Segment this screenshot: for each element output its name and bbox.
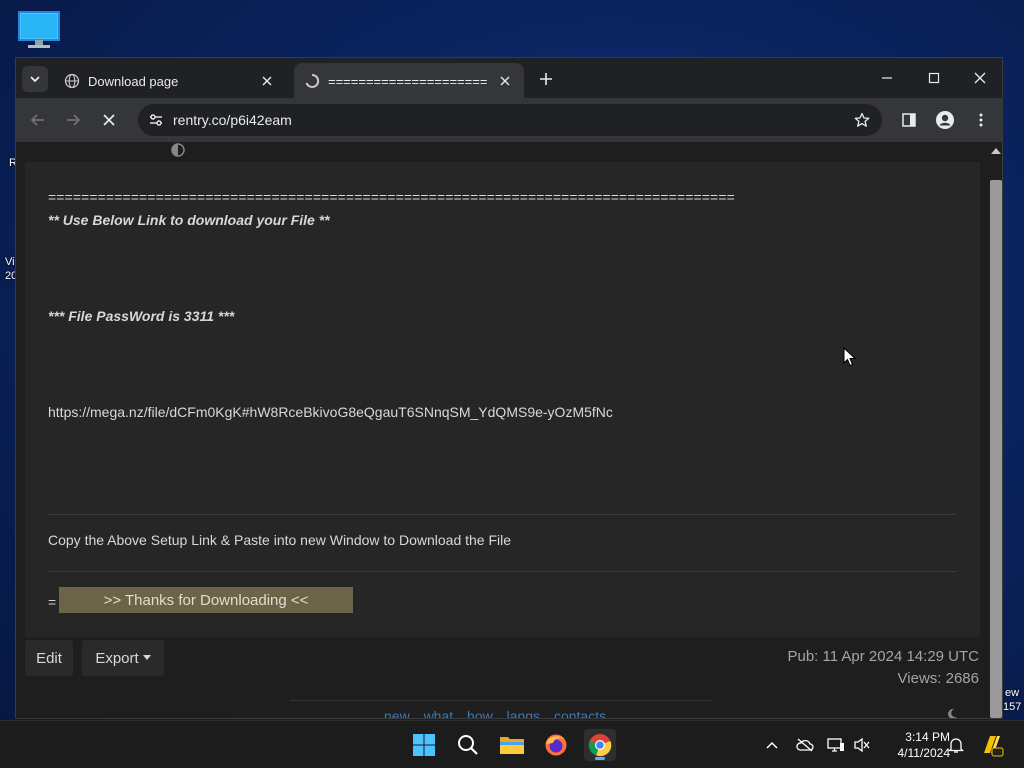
tab-title: =====================: [328, 73, 488, 89]
desktop-edge-label: ew: [1005, 687, 1020, 699]
bookmark-star-icon[interactable]: [850, 108, 874, 132]
back-button[interactable]: [25, 107, 51, 133]
profile-icon: [936, 111, 954, 129]
url-text[interactable]: rentry.co/p6i42eam: [173, 112, 292, 128]
close-icon: [974, 72, 986, 84]
close-icon[interactable]: [496, 72, 514, 90]
theme-toggle-icon[interactable]: [170, 142, 186, 158]
pub-date: Pub: 11 Apr 2024 14:29 UTC: [787, 648, 979, 665]
loading-icon: [305, 73, 320, 88]
start-button[interactable]: [408, 729, 440, 761]
folder-icon: [500, 737, 524, 754]
separator-text: ========================================…: [48, 189, 735, 205]
password-text: *** File PassWord is 3311 ***: [48, 308, 235, 324]
divider: [48, 571, 956, 572]
volume-button[interactable]: [852, 735, 872, 755]
plus-icon: [540, 73, 552, 85]
chrome-button[interactable]: [584, 729, 616, 761]
notifications-button[interactable]: [946, 735, 966, 755]
close-window-button[interactable]: [957, 64, 1002, 92]
footer-links[interactable]: new what how langs contacts: [384, 708, 606, 718]
taskbar: 3:14 PM 4/11/2024: [0, 720, 1024, 768]
search-button[interactable]: [452, 729, 484, 761]
view-count: Views: 2686: [897, 670, 979, 687]
tab-download-page[interactable]: Download page: [54, 63, 286, 99]
network-icon: [827, 738, 844, 752]
caret-down-icon: [142, 655, 151, 660]
chevron-down-icon: [30, 76, 40, 83]
equals-sign: =: [48, 594, 57, 610]
tab-active-page[interactable]: =====================: [294, 63, 524, 99]
side-panel-icon: [902, 113, 916, 127]
cloud-off-icon: [796, 738, 814, 752]
desktop-edge-label: 157: [1003, 701, 1022, 713]
file-explorer-button[interactable]: [496, 729, 528, 761]
speaker-muted-icon: [854, 737, 870, 753]
tab-title: Download page: [88, 73, 179, 89]
side-panel-button[interactable]: [896, 107, 922, 133]
firefox-button[interactable]: [540, 729, 572, 761]
active-app-indicator: [595, 757, 605, 760]
address-bar[interactable]: rentry.co/p6i42eam: [138, 104, 882, 136]
firefox-icon: [545, 734, 567, 756]
copilot-icon: [984, 736, 1004, 757]
close-icon[interactable]: [258, 72, 276, 90]
divider: [48, 514, 956, 515]
mouse-cursor-icon: [843, 347, 857, 367]
page-viewport: ========================================…: [16, 142, 988, 719]
clock-time: 3:14 PM: [905, 730, 950, 744]
copy-instructions: Copy the Above Setup Link & Paste into n…: [48, 532, 512, 548]
new-tab-button[interactable]: [534, 67, 558, 91]
kebab-menu-icon: [979, 113, 983, 127]
close-icon: [103, 114, 115, 126]
desktop-this-pc-icon[interactable]: [17, 10, 61, 50]
arrow-left-icon: [30, 114, 44, 126]
export-label: Export: [95, 649, 139, 667]
scroll-up-arrow-icon[interactable]: [991, 148, 1001, 154]
chrome-icon: [588, 734, 612, 757]
footer-divider: [290, 700, 712, 701]
clock-date: 4/11/2024: [897, 746, 951, 760]
instruction-heading: ** Use Below Link to download your File …: [48, 212, 330, 228]
tab-search-button[interactable]: [22, 66, 48, 92]
arrow-right-icon: [67, 114, 81, 126]
page-scrollbar[interactable]: [988, 142, 1002, 718]
tray-overflow-button[interactable]: [762, 735, 782, 755]
stop-loading-button[interactable]: [96, 107, 122, 133]
export-dropdown-button[interactable]: Export: [82, 640, 164, 676]
browser-window: Download page ===================== rent…: [15, 57, 1003, 719]
profile-button[interactable]: [932, 107, 958, 133]
entry-meta: Pub: 11 Apr 2024 14:29 UTC Views: 2686: [787, 646, 979, 690]
onedrive-button[interactable]: [795, 735, 815, 755]
site-settings-icon[interactable]: [144, 108, 168, 132]
menu-button[interactable]: [968, 107, 994, 133]
bell-icon: [948, 738, 964, 753]
moon-icon[interactable]: [946, 708, 958, 719]
scrollbar-thumb[interactable]: [990, 180, 1002, 718]
maximize-button[interactable]: [911, 64, 957, 92]
forward-button[interactable]: [60, 107, 86, 133]
globe-icon: [64, 73, 80, 89]
entry-content: ========================================…: [25, 162, 980, 637]
network-button[interactable]: [826, 735, 846, 755]
browser-toolbar: rentry.co/p6i42eam: [16, 98, 1002, 142]
system-clock[interactable]: 3:14 PM 4/11/2024: [880, 729, 951, 761]
minimize-icon: [882, 77, 892, 79]
windows-logo-icon: [413, 734, 435, 756]
maximize-icon: [928, 72, 940, 84]
minimize-button[interactable]: [864, 64, 910, 92]
edit-button[interactable]: Edit: [25, 640, 73, 676]
chevron-up-icon: [766, 741, 778, 749]
tab-strip: Download page =====================: [16, 58, 1002, 99]
search-icon: [458, 735, 478, 755]
download-link[interactable]: https://mega.nz/file/dCFm0KgK#hW8RceBkiv…: [48, 404, 613, 420]
desktop-edge-label: Vi: [5, 256, 15, 268]
thanks-for-downloading-button[interactable]: >> Thanks for Downloading <<: [59, 587, 353, 613]
copilot-button[interactable]: [980, 733, 1004, 757]
